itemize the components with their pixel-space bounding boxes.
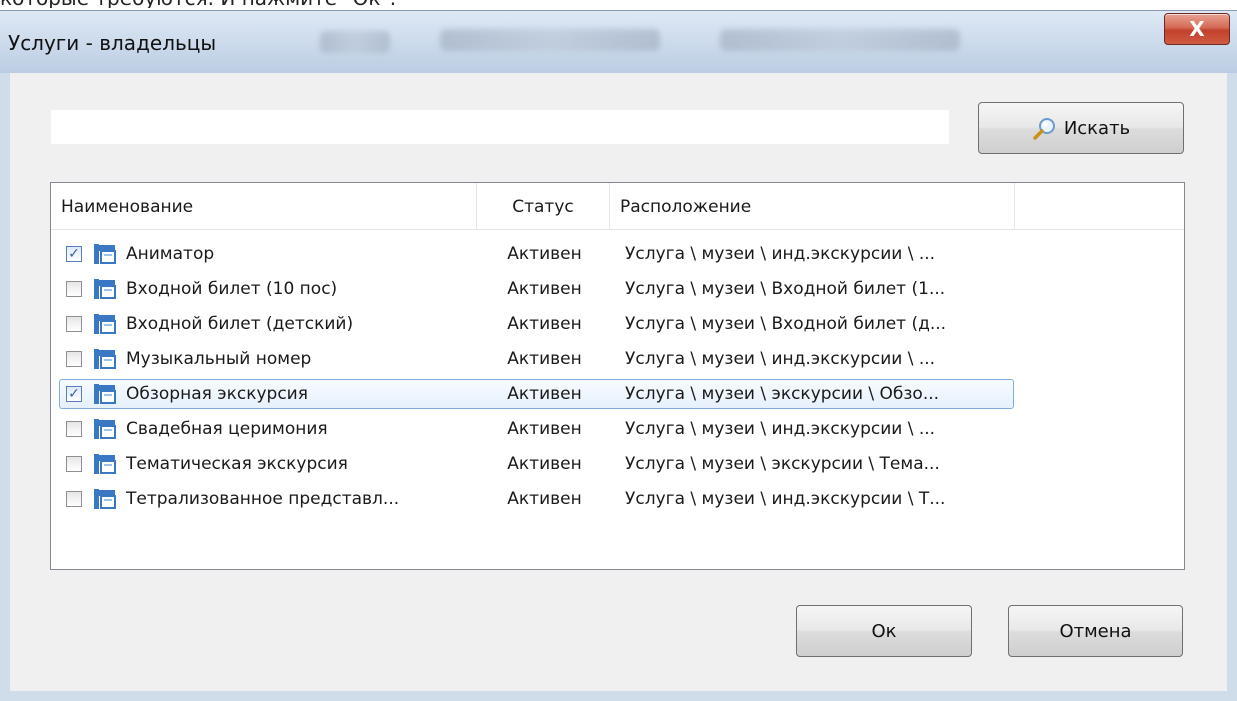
blurred-background (320, 31, 390, 53)
service-icon (94, 244, 116, 264)
cancel-button[interactable]: Отмена (1008, 605, 1183, 657)
row-name: Тематическая экскурсия (126, 454, 348, 474)
ok-button-label: Ок (871, 620, 897, 642)
search-input[interactable] (50, 109, 950, 145)
dialog-window: Услуги - владельцы X Искать Наименование… (0, 10, 1237, 701)
row-status: Активен (507, 489, 582, 509)
row-status: Активен (507, 384, 582, 404)
row-location: Услуга \ музеи \ Входной билет (д... (625, 314, 947, 334)
title-bar[interactable]: Услуги - владельцы X (0, 11, 1237, 73)
row-status: Активен (507, 419, 582, 439)
row-status: Активен (507, 279, 582, 299)
row-name: Обзорная экскурсия (126, 384, 308, 404)
service-icon (94, 419, 116, 439)
ok-button[interactable]: Ок (796, 605, 972, 657)
row-checkbox[interactable] (66, 421, 82, 437)
row-status: Активен (507, 244, 582, 264)
magnifier-icon (1033, 118, 1055, 140)
column-header-filler (1015, 183, 1184, 229)
cancel-button-label: Отмена (1059, 620, 1132, 642)
row-location: Услуга \ музеи \ Входной билет (1... (625, 279, 946, 299)
list-item[interactable]: Музыкальный номер Активен Услуга \ музеи \… (59, 344, 1014, 374)
service-icon (94, 454, 116, 474)
list-item[interactable]: Входной билет (10 пос) Активен Услуга \ му… (59, 274, 1014, 304)
row-checkbox[interactable] (66, 351, 82, 367)
row-location: Услуга \ музеи \ инд.экскурсии \ ... (625, 419, 936, 439)
service-icon (94, 314, 116, 334)
service-icon (94, 349, 116, 369)
row-location: Услуга \ музеи \ инд.экскурсии \ Т... (625, 489, 946, 509)
list-item[interactable]: Тетрализованное представл... Активен Услуг… (59, 484, 1014, 514)
search-button[interactable]: Искать (978, 102, 1184, 154)
row-location: Услуга \ музеи \ инд.экскурсии \ ... (625, 349, 936, 369)
service-icon (94, 279, 116, 299)
row-checkbox[interactable] (66, 316, 82, 332)
row-name: Свадебная церимония (126, 419, 328, 439)
row-location: Услуга \ музеи \ инд.экскурсии \ ... (625, 244, 936, 264)
row-status: Активен (507, 454, 582, 474)
column-header-status[interactable]: Статус (477, 183, 610, 229)
row-name: Тетрализованное представл... (126, 489, 400, 509)
search-button-label: Искать (1063, 117, 1131, 139)
service-icon (94, 384, 116, 404)
close-icon: X (1189, 17, 1205, 41)
list-item[interactable]: ✓ Аниматор Активен Услуга \ музеи \ инд.экс… (59, 239, 1014, 269)
row-checkbox[interactable]: ✓ (66, 386, 82, 402)
blurred-background (720, 29, 960, 51)
row-checkbox[interactable] (66, 456, 82, 472)
row-location: Услуга \ музеи \ экскурсии \ Тема... (625, 454, 940, 474)
row-checkbox[interactable]: ✓ (66, 246, 82, 262)
list-item[interactable]: Тематическая экскурсия Активен Услуга \ му… (59, 449, 1014, 479)
list-item[interactable]: ✓ Обзорная экскурсия Активен Услуга \ музеи… (59, 379, 1014, 409)
row-name: Аниматор (126, 244, 215, 264)
close-button[interactable]: X (1164, 13, 1230, 45)
row-name: Входной билет (10 пос) (126, 279, 338, 299)
column-header-name[interactable]: Наименование (51, 183, 477, 229)
dialog-client-area: Искать Наименование Статус Расположение … (10, 73, 1227, 691)
background-caption: которые требуются. И нажмите "Ок". (0, 0, 700, 8)
row-status: Активен (507, 349, 582, 369)
column-header-location[interactable]: Расположение (610, 183, 1015, 229)
list-item[interactable]: Входной билет (детский) Активен Услуга \ м… (59, 309, 1014, 339)
services-list[interactable]: Наименование Статус Расположение ✓ Анимат… (50, 182, 1185, 570)
service-icon (94, 489, 116, 509)
list-item[interactable]: Свадебная церимония Активен Услуга \ музеи… (59, 414, 1014, 444)
row-name: Входной билет (детский) (126, 314, 354, 334)
row-location: Услуга \ музеи \ экскурсии \ Обзо... (625, 384, 940, 404)
list-header: Наименование Статус Расположение (51, 183, 1184, 230)
blurred-background (440, 29, 660, 51)
window-title: Услуги - владельцы (8, 31, 217, 55)
row-checkbox[interactable] (66, 281, 82, 297)
row-name: Музыкальный номер (126, 349, 312, 369)
row-status: Активен (507, 314, 582, 334)
row-checkbox[interactable] (66, 491, 82, 507)
